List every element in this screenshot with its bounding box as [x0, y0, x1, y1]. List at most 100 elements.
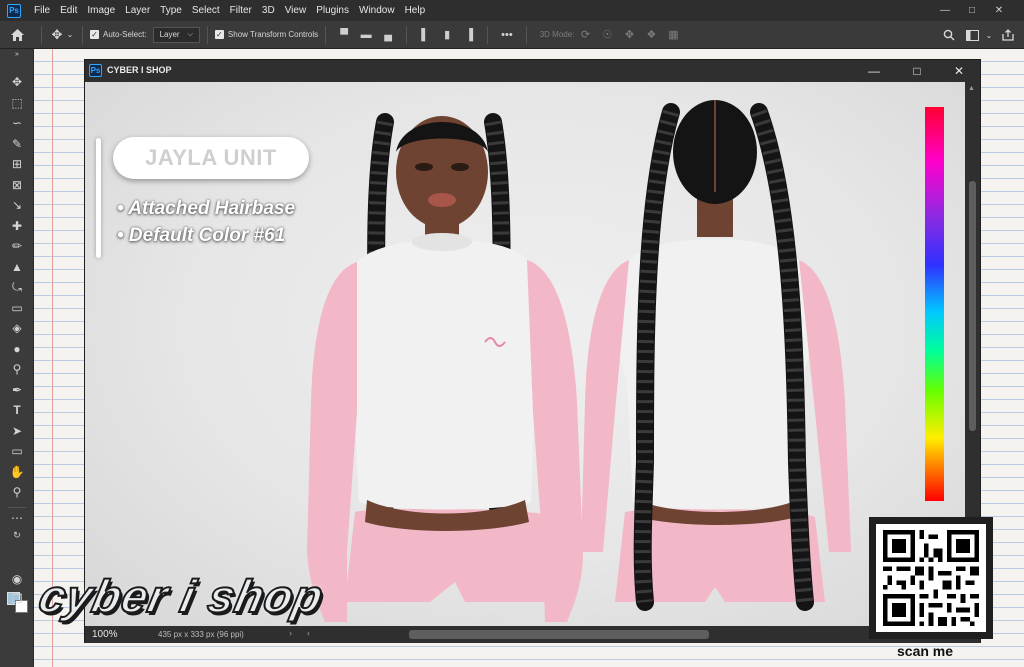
paint-bucket-tool-icon[interactable]: ◈: [7, 320, 27, 336]
accent-bar: [96, 138, 101, 258]
product-title: JAYLA UNIT: [145, 145, 277, 170]
share-icon[interactable]: [1000, 28, 1016, 42]
lasso-tool-icon[interactable]: ∽: [7, 115, 27, 131]
home-icon[interactable]: [0, 28, 34, 41]
move-tool-icon[interactable]: ✥: [7, 74, 27, 90]
eraser-tool-icon[interactable]: ▭: [7, 300, 27, 316]
blur-tool-icon[interactable]: ●: [7, 341, 27, 357]
pen-tool-icon[interactable]: ✒: [7, 382, 27, 398]
3d-orbit-icon[interactable]: ⟳: [574, 28, 596, 41]
marquee-tool-icon[interactable]: ⬚: [7, 95, 27, 111]
minimize-icon[interactable]: —: [932, 0, 958, 21]
align-left-icon[interactable]: ▌: [414, 29, 436, 41]
3d-camera-icon[interactable]: ▦: [662, 28, 684, 41]
document-title-bar: Ps CYBER I SHOP — □ ✕: [85, 60, 980, 82]
horizontal-scroll-thumb[interactable]: [409, 630, 709, 639]
healing-brush-tool-icon[interactable]: ✚: [7, 218, 27, 234]
auto-select-label: Auto-Select:: [103, 30, 147, 39]
rectangle-tool-icon[interactable]: ▭: [7, 443, 27, 459]
menu-window[interactable]: Window: [354, 5, 400, 16]
transform-controls-checkbox[interactable]: ✓: [214, 30, 224, 39]
menu-layer[interactable]: Layer: [120, 5, 155, 16]
menu-type[interactable]: Type: [155, 5, 187, 16]
menu-bar: Ps File Edit Image Layer Type Select Fil…: [0, 0, 1024, 21]
canvas[interactable]: JAYLA UNIT • Attached Hairbase • Default…: [85, 82, 965, 626]
swap-colors-icon[interactable]: ↻: [7, 527, 27, 543]
qr-code-frame: [869, 517, 993, 639]
auto-select-target-dropdown[interactable]: Layer ⌵: [152, 26, 200, 43]
minimize-icon[interactable]: —: [860, 60, 888, 82]
chevron-down-icon[interactable]: ⌄: [984, 29, 994, 41]
front-view-figure: [307, 113, 583, 622]
crop-tool-icon[interactable]: ⊞: [7, 156, 27, 172]
menu-help[interactable]: Help: [400, 5, 431, 16]
search-icon[interactable]: [942, 28, 956, 42]
qr-code: [876, 524, 986, 632]
frame-tool-icon[interactable]: ⊠: [7, 177, 27, 193]
menu-edit[interactable]: Edit: [55, 5, 82, 16]
tools-panel: » ✥ ⬚ ∽ ✎ ⊞ ⊠ ↘ ✚ ✏ ▲ ⤿ ▭ ◈ ● ⚲ ✒ T ➤ ▭ …: [0, 49, 34, 667]
quick-mask-icon[interactable]: ◉: [7, 571, 27, 587]
3d-mode-label: 3D Mode:: [539, 30, 575, 39]
document-title: CYBER I SHOP: [107, 65, 172, 75]
quick-selection-tool-icon[interactable]: ✎: [7, 136, 27, 152]
type-tool-icon[interactable]: T: [7, 402, 27, 418]
maximize-icon[interactable]: □: [903, 60, 931, 82]
document-dimensions: 435 px x 333 px (96 ppi): [158, 630, 244, 639]
screen-mode-icon[interactable]: ❐: [7, 591, 27, 607]
qr-caption: scan me: [897, 643, 954, 659]
divider: [406, 25, 408, 44]
menu-view[interactable]: View: [280, 5, 312, 16]
align-right-icon[interactable]: ▐: [458, 29, 480, 41]
3d-roll-icon[interactable]: ☉: [596, 28, 618, 41]
scroll-left-icon[interactable]: ‹: [307, 628, 310, 638]
divider: [41, 25, 42, 44]
eyedropper-tool-icon[interactable]: ↘: [7, 197, 27, 213]
3d-pan-icon[interactable]: ✥: [618, 28, 640, 41]
status-menu-chevron-icon[interactable]: ›: [289, 628, 292, 638]
feature-item: • Default Color #61: [117, 225, 286, 246]
close-icon[interactable]: ✕: [986, 0, 1012, 21]
options-bar: ✥ ⌄ ✓ Auto-Select: Layer ⌵ ✓ Show Transf…: [0, 21, 1024, 49]
divider: [487, 25, 489, 44]
photoshop-logo-icon: Ps: [7, 3, 21, 18]
chevron-down-icon[interactable]: ⌄: [65, 30, 75, 39]
align-top-icon[interactable]: ▀: [333, 29, 355, 41]
zoom-tool-icon[interactable]: ⚲: [7, 484, 27, 500]
path-selection-tool-icon[interactable]: ➤: [7, 423, 27, 439]
more-options-button[interactable]: •••: [501, 29, 513, 41]
clone-stamp-tool-icon[interactable]: ▲: [7, 259, 27, 275]
shop-logo-watermark: cyber i shop: [33, 569, 329, 623]
feature-item: • Attached Hairbase: [117, 198, 296, 219]
close-icon[interactable]: ✕: [945, 60, 973, 82]
vertical-scroll-thumb[interactable]: [969, 181, 976, 431]
menu-select[interactable]: Select: [187, 5, 225, 16]
menu-3d[interactable]: 3D: [257, 5, 280, 16]
color-spectrum-bar: [925, 107, 944, 501]
auto-select-checkbox[interactable]: ✓: [90, 30, 99, 39]
3d-slide-icon[interactable]: ❖: [640, 28, 662, 41]
edit-toolbar-icon[interactable]: ⋯: [7, 510, 27, 526]
transform-controls-label: Show Transform Controls: [227, 30, 319, 39]
workspace-icon[interactable]: [964, 28, 980, 42]
document-status-bar: 100% 435 px x 333 px (96 ppi) › ‹: [85, 626, 980, 643]
brush-tool-icon[interactable]: ✏: [7, 238, 27, 254]
divider: [525, 25, 527, 44]
align-bottom-icon[interactable]: ▄: [377, 29, 399, 41]
zoom-level[interactable]: 100%: [92, 629, 152, 640]
divider: [82, 25, 83, 44]
menu-filter[interactable]: Filter: [225, 5, 257, 16]
align-vertical-center-icon[interactable]: ▬: [355, 29, 377, 41]
history-brush-tool-icon[interactable]: ⤿: [7, 279, 27, 295]
hand-tool-icon[interactable]: ✋: [7, 464, 27, 480]
menu-file[interactable]: File: [29, 5, 55, 16]
expand-panel-icon[interactable]: »: [7, 49, 27, 59]
move-tool-icon[interactable]: ✥: [49, 27, 65, 43]
scroll-up-icon[interactable]: ▲: [968, 85, 975, 92]
menu-plugins[interactable]: Plugins: [311, 5, 354, 16]
chevron-down-icon: ⌵: [187, 30, 193, 38]
align-horizontal-center-icon[interactable]: ▮: [436, 28, 458, 41]
dodge-tool-icon[interactable]: ⚲: [7, 361, 27, 377]
menu-image[interactable]: Image: [82, 5, 120, 16]
restore-icon[interactable]: □: [959, 0, 985, 21]
